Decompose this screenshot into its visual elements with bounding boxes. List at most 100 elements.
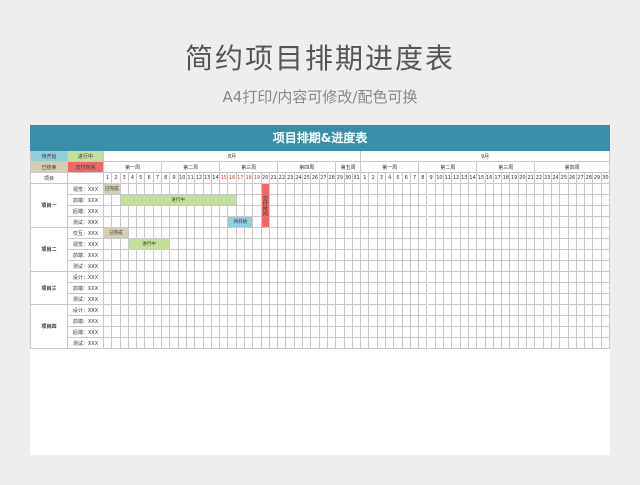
task-label: 交互：XXX <box>68 228 104 239</box>
schedule-cell <box>394 294 403 305</box>
schedule-cell <box>327 184 337 195</box>
schedule-cell <box>427 261 436 272</box>
schedule-cell <box>236 272 245 283</box>
schedule-cell <box>410 228 420 239</box>
schedule-cell <box>585 261 594 272</box>
schedule-cell <box>502 316 511 327</box>
schedule-cell <box>585 195 594 206</box>
schedule-cell <box>352 195 362 206</box>
schedule-cell <box>128 316 138 327</box>
day-header: 24 <box>294 173 304 184</box>
schedule-cell <box>361 261 370 272</box>
schedule-cell <box>303 261 312 272</box>
schedule-cell <box>294 327 304 338</box>
schedule-cell <box>245 338 254 349</box>
schedule-cell <box>419 316 428 327</box>
schedule-cell <box>543 195 552 206</box>
schedule-cell <box>518 195 528 206</box>
schedule-cell <box>518 305 528 316</box>
schedule-cell <box>435 261 445 272</box>
schedule-cell <box>245 283 254 294</box>
schedule-cell <box>278 228 287 239</box>
schedule-cell <box>444 195 453 206</box>
schedule-cell <box>394 338 403 349</box>
project-name: 项目四 <box>30 305 68 349</box>
schedule-cell <box>311 184 320 195</box>
schedule-cell <box>253 206 262 217</box>
schedule-cell <box>477 184 486 195</box>
day-header: 3 <box>377 173 387 184</box>
schedule-cell <box>153 283 163 294</box>
day-header: 20 <box>518 173 528 184</box>
schedule-cell <box>120 184 129 195</box>
schedule-cell <box>112 239 121 250</box>
schedule-cell <box>527 261 536 272</box>
schedule-cell <box>568 250 577 261</box>
schedule-cell <box>153 228 163 239</box>
schedule-cell <box>294 316 304 327</box>
schedule-cell <box>352 217 362 228</box>
schedule-cell <box>211 316 221 327</box>
schedule-cell <box>203 261 212 272</box>
schedule-cell <box>518 338 528 349</box>
schedule-cell <box>560 305 569 316</box>
schedule-cell <box>444 338 453 349</box>
schedule-cell <box>352 338 362 349</box>
schedule-cell <box>386 294 395 305</box>
schedule-cell <box>369 217 378 228</box>
schedule-cell <box>585 283 594 294</box>
status-bar-delivery: 交付时间 <box>261 184 269 227</box>
schedule-cell <box>294 283 304 294</box>
schedule-cell <box>394 327 403 338</box>
schedule-cell <box>543 283 552 294</box>
schedule-cell <box>211 294 221 305</box>
schedule-cell <box>410 195 420 206</box>
schedule-cell <box>493 338 503 349</box>
schedule-cell <box>245 206 254 217</box>
schedule-cell <box>394 250 403 261</box>
schedule-cell <box>485 338 494 349</box>
schedule-cell <box>518 272 528 283</box>
schedule-cell <box>568 195 577 206</box>
legend-delivery: 交付时间 <box>68 162 104 173</box>
schedule-cell <box>601 305 610 316</box>
task-label: 前端：XXX <box>68 250 104 261</box>
schedule-cell <box>137 217 146 228</box>
schedule-cell <box>104 338 113 349</box>
schedule-cell <box>269 250 279 261</box>
schedule-cell <box>195 338 204 349</box>
day-header: 9 <box>170 173 179 184</box>
day-header: 8 <box>419 173 428 184</box>
schedule-cell <box>286 305 295 316</box>
schedule-cell <box>593 239 602 250</box>
schedule-cell <box>585 316 594 327</box>
schedule-cell <box>261 294 270 305</box>
schedule-cell <box>311 272 320 283</box>
schedule-cell <box>543 294 552 305</box>
schedule-cell <box>585 217 594 228</box>
status-bar-pending: 待开始 <box>228 217 253 227</box>
schedule-cell <box>493 228 503 239</box>
schedule-cell <box>120 316 129 327</box>
schedule-cell <box>120 305 129 316</box>
schedule-cell <box>170 261 179 272</box>
schedule-cell <box>510 217 519 228</box>
schedule-cell <box>128 338 138 349</box>
schedule-cell <box>377 261 387 272</box>
schedule-cell <box>162 184 171 195</box>
schedule-cell <box>278 184 287 195</box>
schedule-cell <box>568 217 577 228</box>
schedule-cell <box>410 283 420 294</box>
schedule-cell <box>303 327 312 338</box>
schedule-cell <box>195 272 204 283</box>
day-header: 13 <box>203 173 212 184</box>
schedule-cell <box>477 228 486 239</box>
schedule-cell <box>502 250 511 261</box>
task-label: 后端：XXX <box>68 327 104 338</box>
schedule-cell <box>128 206 138 217</box>
schedule-cell <box>535 184 544 195</box>
schedule-cell <box>477 239 486 250</box>
schedule-cell <box>311 294 320 305</box>
schedule-cell <box>186 228 196 239</box>
schedule-cell <box>286 338 295 349</box>
